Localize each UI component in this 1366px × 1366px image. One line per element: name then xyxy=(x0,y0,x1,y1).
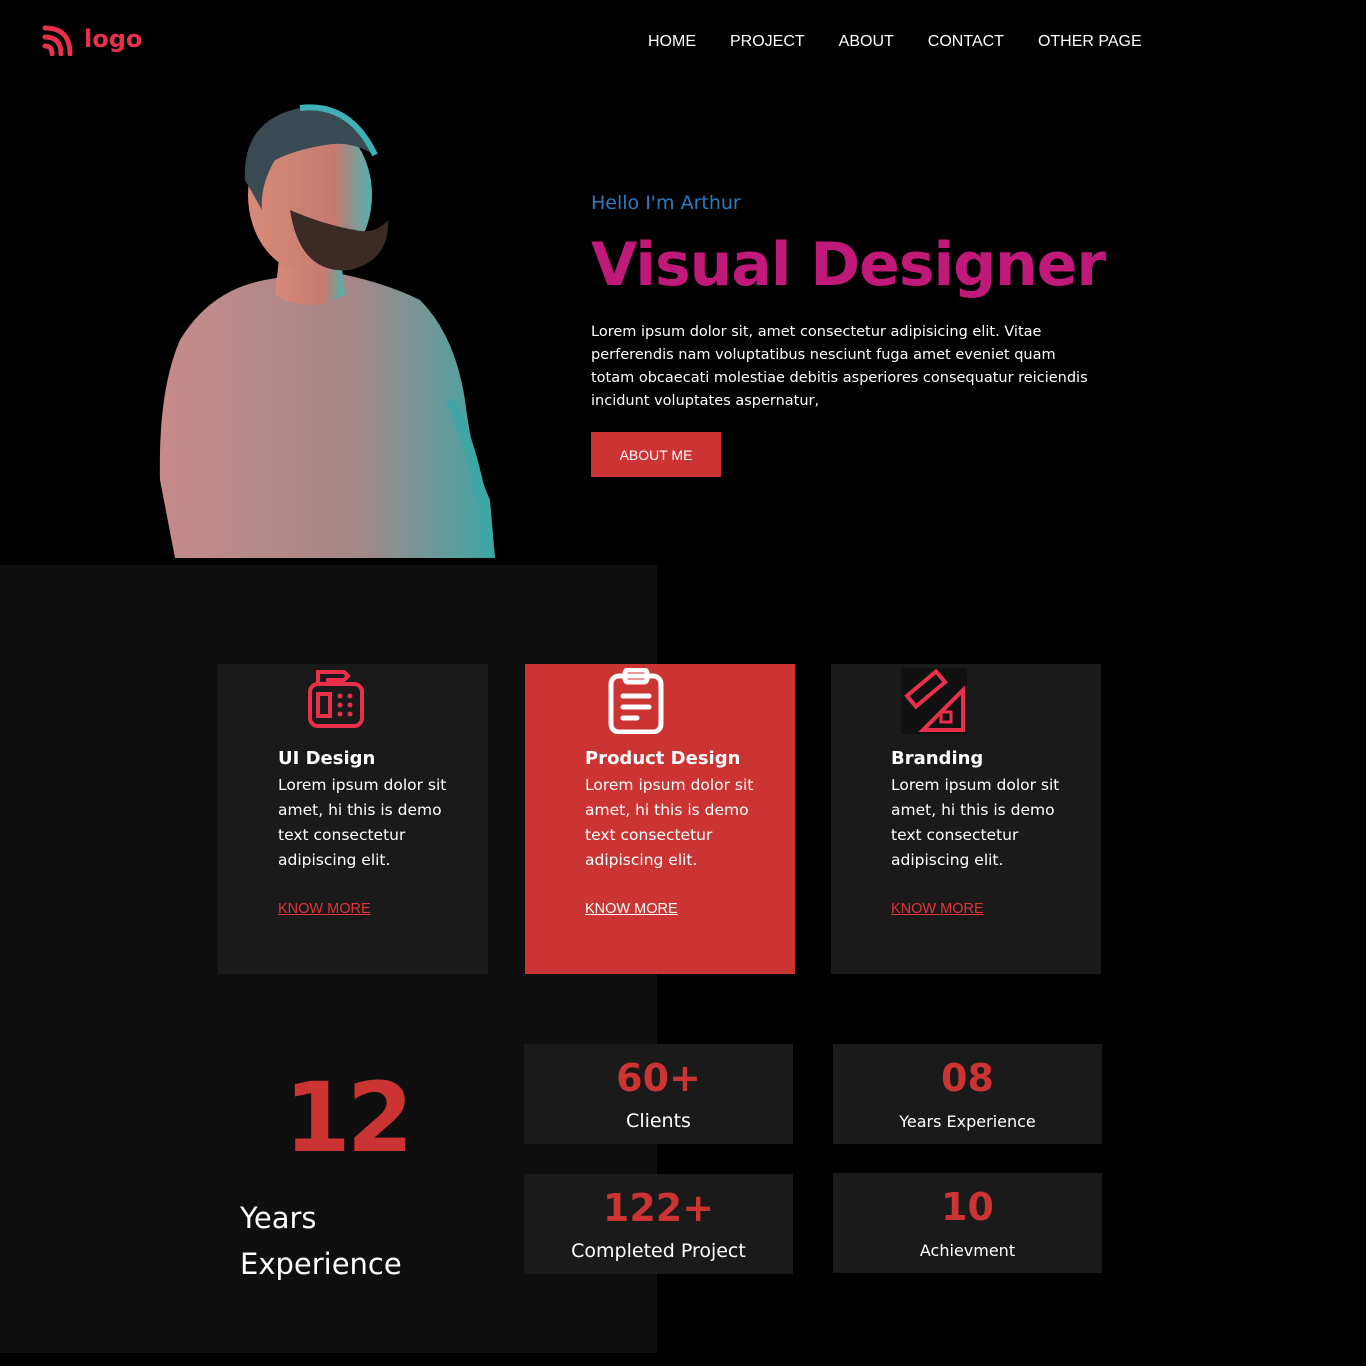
nav-home[interactable]: HOME xyxy=(648,33,696,51)
hero-photo xyxy=(159,104,496,558)
know-more-link[interactable]: KNOW MORE xyxy=(585,901,678,917)
stat-label: Completed Project xyxy=(571,1240,746,1262)
service-card-branding: Branding Lorem ipsum dolor sit amet, hi … xyxy=(831,664,1101,974)
know-more-link[interactable]: KNOW MORE xyxy=(278,901,371,917)
logo-text: logo xyxy=(84,25,143,53)
stat-value: 08 xyxy=(941,1056,994,1100)
know-more-link[interactable]: KNOW MORE xyxy=(891,901,984,917)
stat-label: Achievment xyxy=(919,1241,1016,1260)
stat-label: Years Experience xyxy=(899,1112,1036,1131)
stat-label: Clients xyxy=(626,1110,691,1132)
experience-label: Years Experience xyxy=(240,1201,402,1281)
ruler-set-square-icon xyxy=(901,668,967,734)
fax-machine-icon xyxy=(308,670,364,728)
stat-value: 122+ xyxy=(602,1186,715,1230)
clipboard-icon xyxy=(608,668,664,734)
service-text: Lorem ipsum dolor sit amet, hi this is d… xyxy=(278,776,447,869)
service-title: UI Design xyxy=(278,748,376,769)
about-me-button[interactable]: ABOUT ME xyxy=(591,432,721,477)
hero-description: Lorem ipsum dolor sit, amet consectetur … xyxy=(591,324,1088,409)
logo-icon xyxy=(42,25,73,56)
nav-contact[interactable]: CONTACT xyxy=(928,33,1004,51)
logo[interactable]: logo xyxy=(42,22,142,56)
experience-number: 12 xyxy=(284,1062,414,1174)
hero-greeting: Hello I'm Arthur xyxy=(591,192,741,214)
service-card-product-design: Product Design Lorem ipsum dolor sit ame… xyxy=(525,664,795,974)
main-nav: HOME PROJECT ABOUT CONTACT OTHER PAGE xyxy=(648,33,1176,51)
stat-achievement: 10 Achievment xyxy=(833,1173,1102,1273)
nav-project[interactable]: PROJECT xyxy=(730,33,805,51)
service-text: Lorem ipsum dolor sit amet, hi this is d… xyxy=(585,776,754,869)
stat-clients: 60+ Clients xyxy=(524,1044,793,1144)
hero-title: Visual Designer xyxy=(591,230,1106,300)
stat-value: 60+ xyxy=(616,1056,701,1100)
nav-about[interactable]: ABOUT xyxy=(839,33,894,51)
service-title: Branding xyxy=(891,748,984,769)
stat-value: 10 xyxy=(941,1185,994,1229)
service-text: Lorem ipsum dolor sit amet, hi this is d… xyxy=(891,776,1060,869)
stat-years-experience: 08 Years Experience xyxy=(833,1044,1102,1144)
nav-other-page[interactable]: OTHER PAGE xyxy=(1038,33,1142,51)
service-title: Product Design xyxy=(585,748,741,769)
stat-completed-project: 122+ Completed Project xyxy=(524,1174,793,1274)
service-card-ui-design: UI Design Lorem ipsum dolor sit amet, hi… xyxy=(218,664,488,974)
